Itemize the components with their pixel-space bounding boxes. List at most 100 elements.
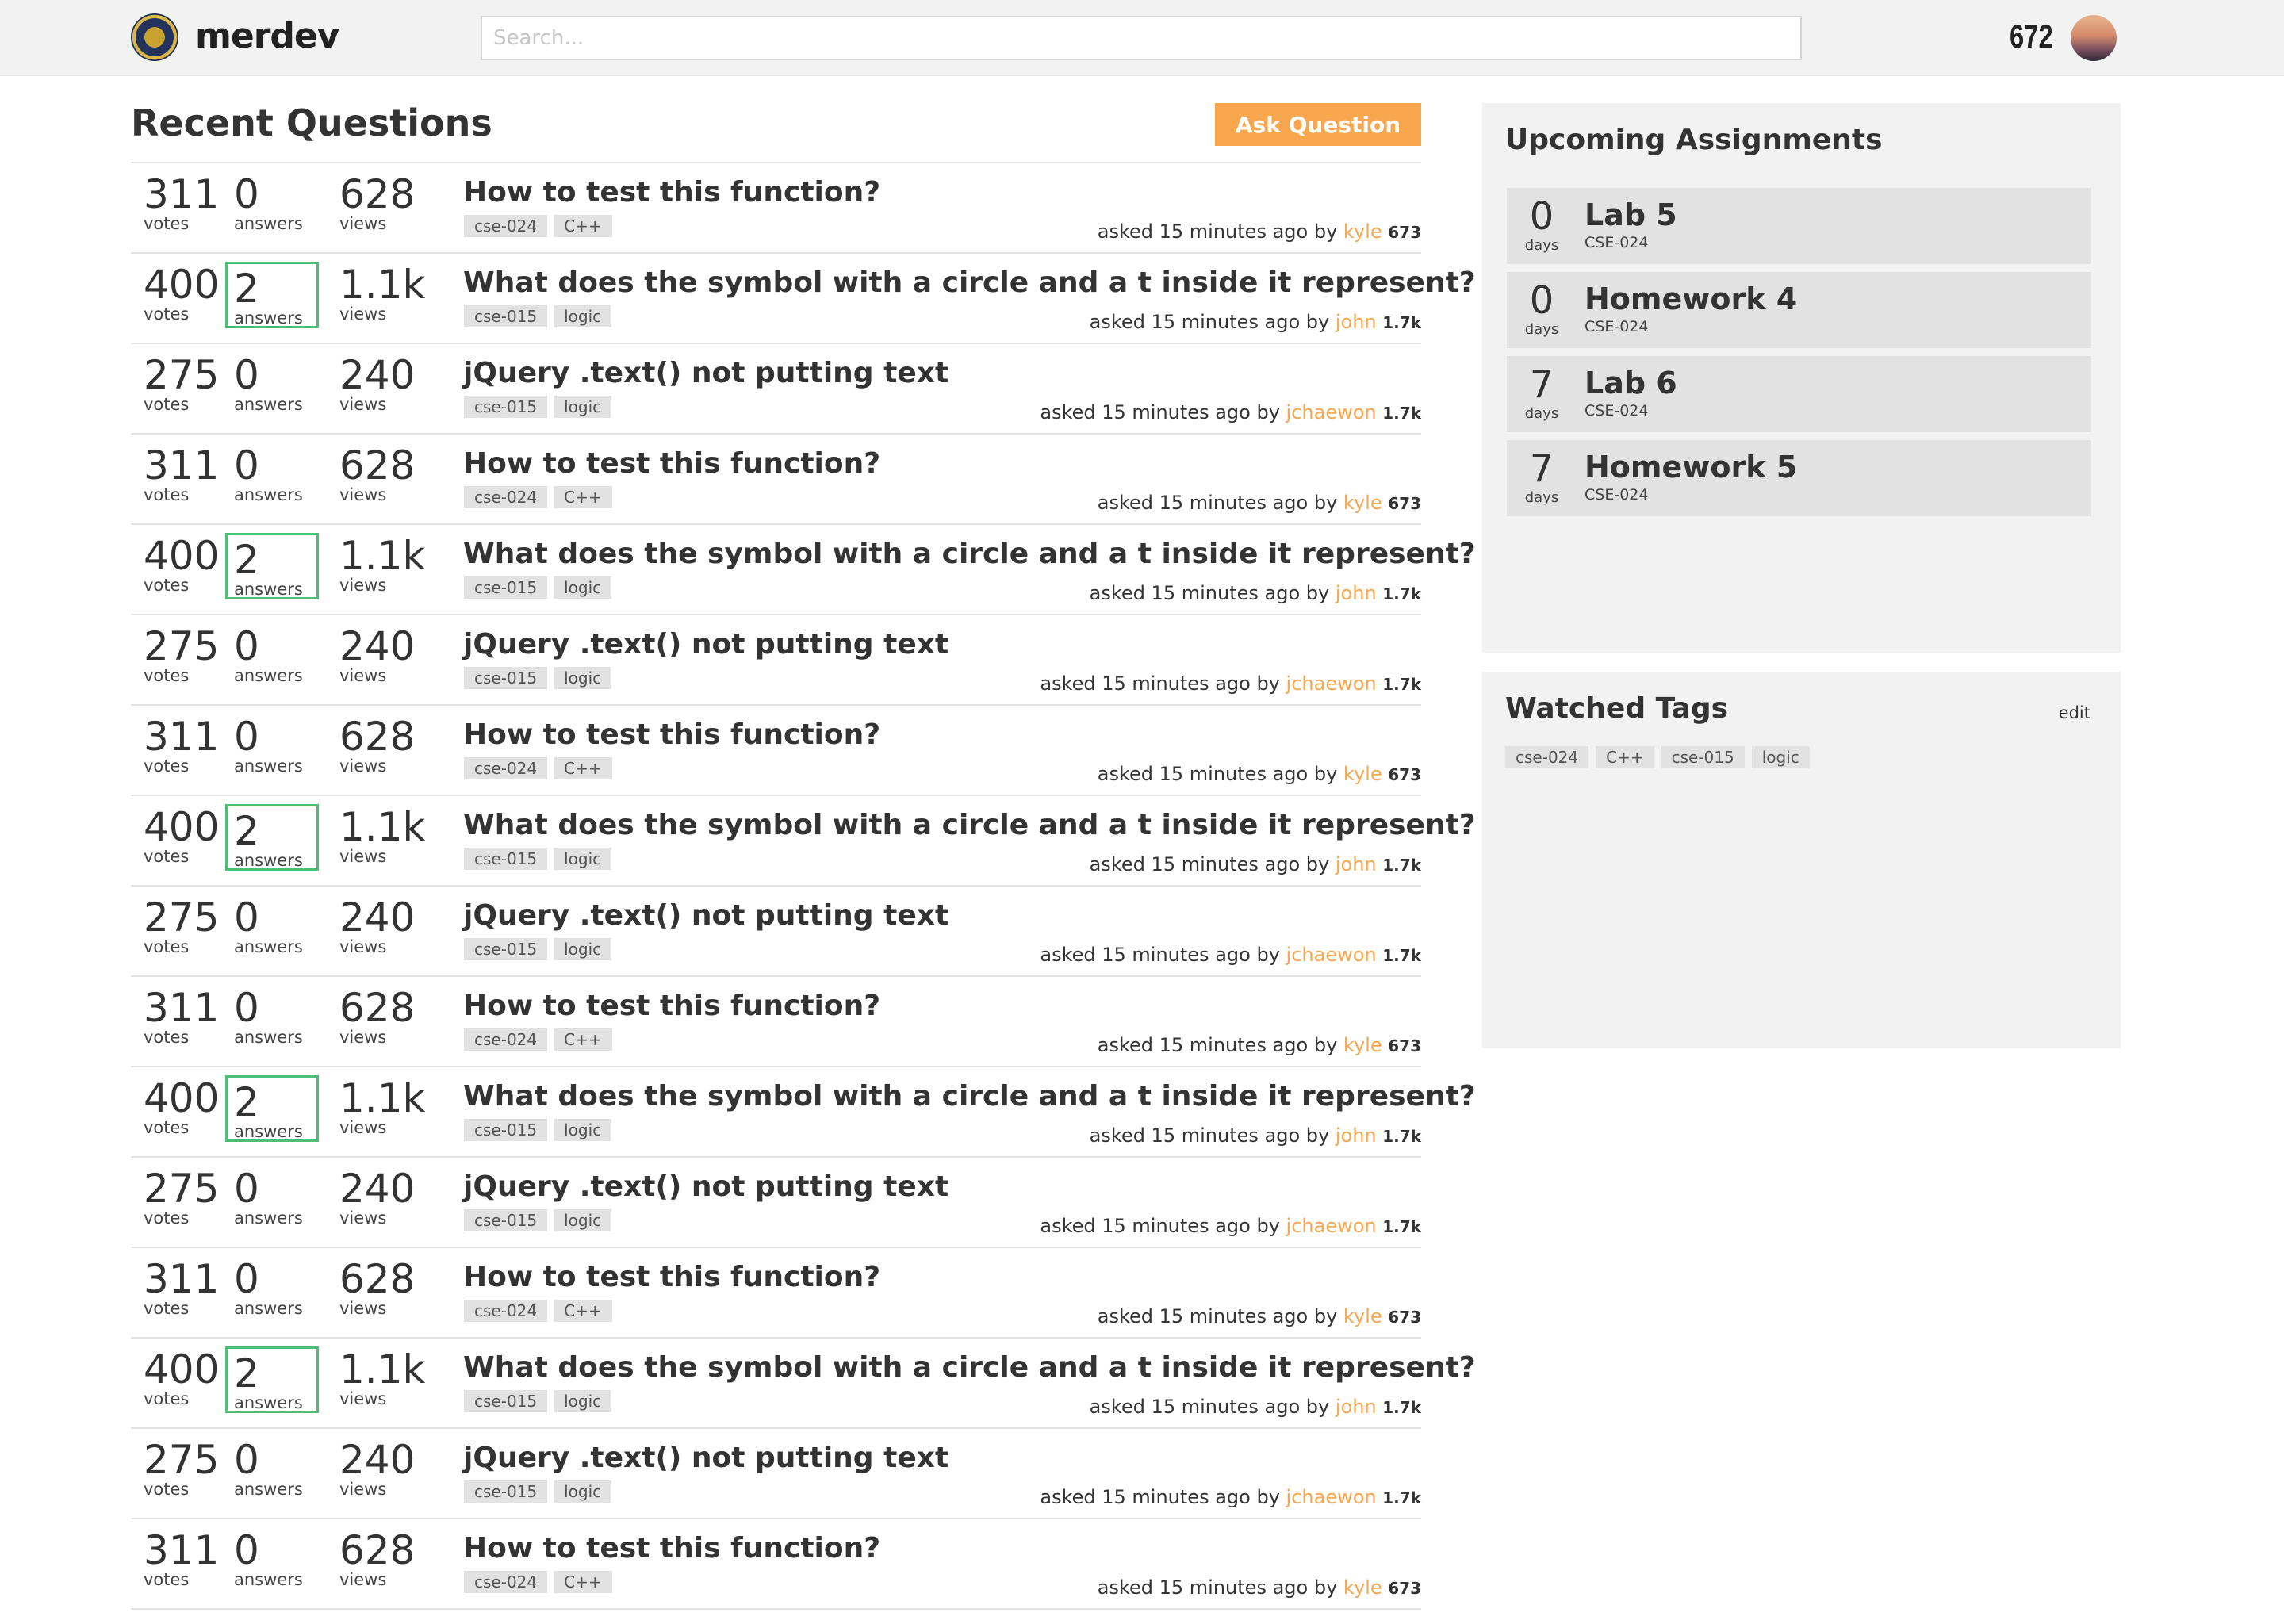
- username-link[interactable]: kyle: [1343, 492, 1382, 514]
- question-title-link[interactable]: jQuery .text() not putting text: [463, 628, 948, 661]
- asked-info: asked 15 minutes ago by jchaewon 1.7k: [1040, 944, 1421, 966]
- asked-text: asked 15 minutes ago by: [1097, 220, 1338, 243]
- tag-chip[interactable]: C++: [554, 1028, 612, 1051]
- question-title-link[interactable]: What does the symbol with a circle and a…: [463, 1351, 1476, 1384]
- tag-chip[interactable]: cse-024: [464, 1300, 548, 1322]
- search-input[interactable]: [481, 16, 1802, 60]
- tag-chip[interactable]: logic: [554, 938, 612, 960]
- question-title-link[interactable]: What does the symbol with a circle and a…: [463, 266, 1476, 299]
- tag-chip[interactable]: logic: [554, 848, 612, 870]
- vote-label: votes: [144, 576, 190, 595]
- tag-chip[interactable]: cse-024: [464, 757, 548, 779]
- tag-chip[interactable]: cse-024: [464, 215, 548, 237]
- answer-number: 0: [234, 1166, 259, 1212]
- tag-chip[interactable]: C++: [554, 1571, 612, 1593]
- tag-chip[interactable]: cse-015: [464, 1119, 548, 1141]
- question-title-link[interactable]: How to test this function?: [463, 1261, 880, 1293]
- question-title-link[interactable]: How to test this function?: [463, 990, 880, 1022]
- tag-chip[interactable]: cse-015: [464, 576, 548, 599]
- vote-number: 400: [144, 1346, 220, 1392]
- assignment-name: Lab 5: [1585, 197, 1677, 232]
- tag-chip[interactable]: C++: [554, 757, 612, 779]
- tag-chip[interactable]: logic: [554, 1209, 612, 1231]
- username-link[interactable]: kyle: [1343, 1305, 1382, 1327]
- username-link[interactable]: jchaewon: [1286, 672, 1377, 695]
- tag-chip[interactable]: cse-024: [464, 1028, 548, 1051]
- assignment-item[interactable]: 0 days Lab 5 CSE-024: [1507, 188, 2091, 264]
- user-reputation: 673: [1388, 494, 1421, 513]
- tag-chip[interactable]: cse-015: [464, 848, 548, 870]
- tag-chip[interactable]: cse-015: [1661, 746, 1745, 768]
- assignment-item[interactable]: 7 days Homework 5 CSE-024: [1507, 440, 2091, 516]
- tag-chip[interactable]: cse-024: [1505, 746, 1589, 768]
- asked-text: asked 15 minutes ago by: [1097, 1305, 1338, 1327]
- username-link[interactable]: kyle: [1343, 1034, 1382, 1056]
- username-link[interactable]: john: [1336, 582, 1377, 604]
- tag-chip[interactable]: cse-015: [464, 667, 548, 689]
- username-link[interactable]: john: [1336, 853, 1377, 875]
- username-link[interactable]: jchaewon: [1286, 944, 1377, 966]
- assignment-item[interactable]: 0 days Homework 4 CSE-024: [1507, 272, 2091, 348]
- question-title-link[interactable]: jQuery .text() not putting text: [463, 1170, 948, 1203]
- question-title-link[interactable]: What does the symbol with a circle and a…: [463, 809, 1476, 841]
- username-link[interactable]: john: [1336, 1124, 1377, 1147]
- tag-chip[interactable]: C++: [554, 486, 612, 508]
- asked-info: asked 15 minutes ago by john 1.7k: [1090, 582, 1421, 604]
- tag-chip[interactable]: logic: [554, 1480, 612, 1503]
- tag-chip[interactable]: cse-024: [464, 486, 548, 508]
- username-link[interactable]: jchaewon: [1286, 1215, 1377, 1237]
- question-title-link[interactable]: jQuery .text() not putting text: [463, 1442, 948, 1474]
- asked-text: asked 15 minutes ago by: [1097, 1034, 1338, 1056]
- question-title-link[interactable]: What does the symbol with a circle and a…: [463, 538, 1476, 570]
- brand-logo[interactable]: merdev: [195, 16, 339, 56]
- tag-chip[interactable]: logic: [554, 1119, 612, 1141]
- username-link[interactable]: john: [1336, 1396, 1377, 1418]
- view-number: 240: [339, 352, 416, 398]
- tag-chip[interactable]: C++: [554, 1300, 612, 1322]
- seal-logo-icon[interactable]: [131, 13, 178, 61]
- tag-chip[interactable]: logic: [554, 396, 612, 418]
- tag-chip[interactable]: cse-015: [464, 1390, 548, 1412]
- tag-chip[interactable]: cse-015: [464, 1480, 548, 1503]
- view-number: 240: [339, 1166, 416, 1212]
- tag-chip[interactable]: logic: [554, 1390, 612, 1412]
- watched-tags-panel: Watched Tags edit cse-024 C++ cse-015 logic: [1482, 672, 2121, 1048]
- question-title-link[interactable]: How to test this function?: [463, 447, 880, 480]
- question-title-link[interactable]: jQuery .text() not putting text: [463, 357, 948, 389]
- tag-chip[interactable]: C++: [1596, 746, 1654, 768]
- username-link[interactable]: john: [1336, 311, 1377, 333]
- username-link[interactable]: kyle: [1343, 1576, 1382, 1599]
- question-title-link[interactable]: jQuery .text() not putting text: [463, 899, 948, 932]
- username-link[interactable]: kyle: [1343, 763, 1382, 785]
- tag-chip[interactable]: cse-015: [464, 305, 548, 327]
- question-row: 275 votes 0 answers 240 views jQuery .text() n…: [131, 887, 1421, 977]
- question-title-link[interactable]: How to test this function?: [463, 176, 880, 209]
- question-title-link[interactable]: How to test this function?: [463, 1532, 880, 1565]
- asked-text: asked 15 minutes ago by: [1040, 401, 1280, 423]
- tag-chip[interactable]: logic: [554, 305, 612, 327]
- ask-question-button[interactable]: Ask Question: [1215, 103, 1421, 146]
- avatar[interactable]: [2071, 15, 2117, 61]
- tag-chip[interactable]: logic: [554, 576, 612, 599]
- assignment-item[interactable]: 7 days Lab 6 CSE-024: [1507, 356, 2091, 432]
- vote-number: 400: [144, 1075, 220, 1121]
- username-link[interactable]: kyle: [1343, 220, 1382, 243]
- question-title-link[interactable]: What does the symbol with a circle and a…: [463, 1080, 1476, 1113]
- tag-chip[interactable]: logic: [1751, 746, 1810, 768]
- question-tags: cse-015 logic: [464, 1390, 618, 1412]
- tag-chip[interactable]: cse-015: [464, 396, 548, 418]
- tag-chip[interactable]: cse-024: [464, 1571, 548, 1593]
- answer-number: 0: [234, 1527, 259, 1573]
- username-link[interactable]: jchaewon: [1286, 1486, 1377, 1508]
- tag-chip[interactable]: cse-015: [464, 1209, 548, 1231]
- tag-chip[interactable]: logic: [554, 667, 612, 689]
- edit-tags-link[interactable]: edit: [2059, 703, 2090, 722]
- question-title-link[interactable]: How to test this function?: [463, 718, 880, 751]
- answer-number: 2: [234, 1079, 259, 1125]
- tag-chip[interactable]: C++: [554, 215, 612, 237]
- answer-number: 0: [234, 894, 259, 940]
- vote-number: 275: [144, 894, 220, 940]
- username-link[interactable]: jchaewon: [1286, 401, 1377, 423]
- tag-chip[interactable]: cse-015: [464, 938, 548, 960]
- answer-label: answers: [234, 1393, 303, 1412]
